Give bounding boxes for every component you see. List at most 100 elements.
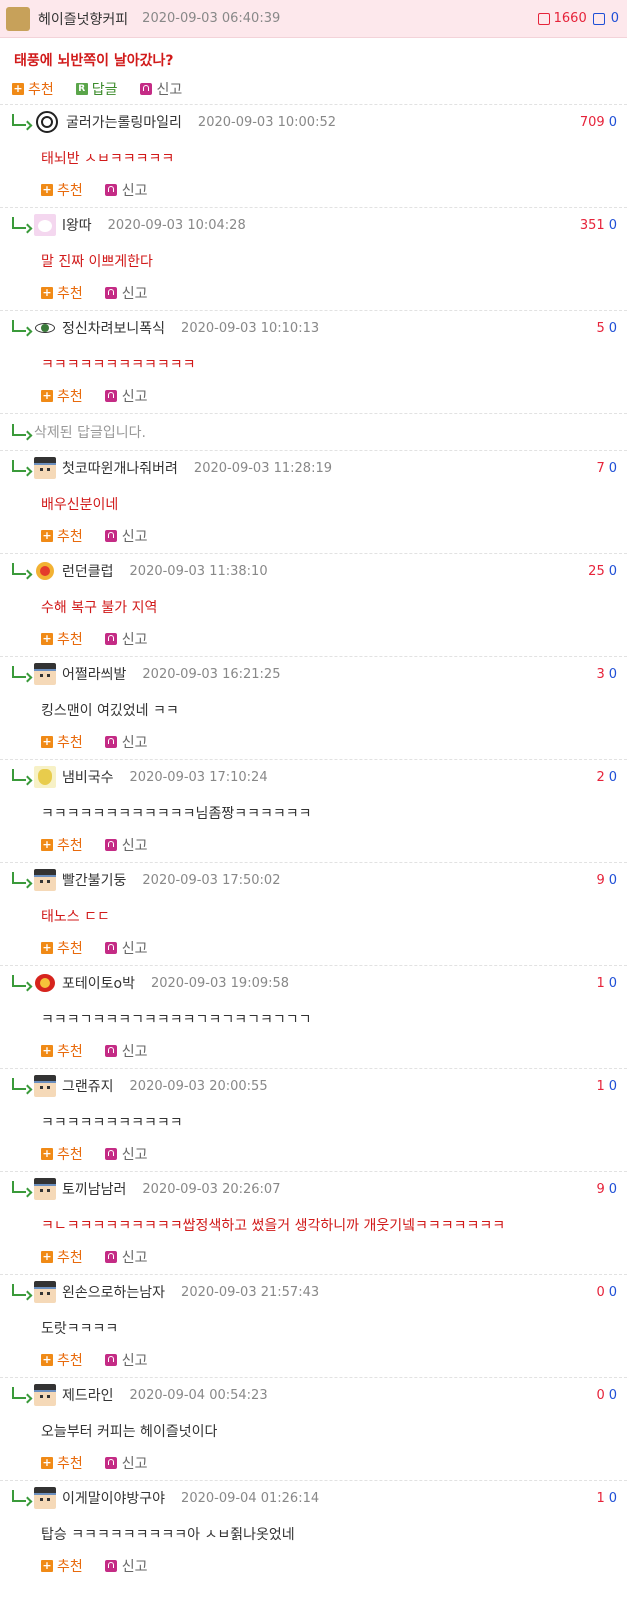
reply-nickname[interactable]: l왕따	[62, 215, 92, 235]
reply-text: ㅋㅋㅋㄱㅋㅋㅋㄱㅋㅋㅋㅋㄱㅋㄱㅋㄱㅋㄱㄱㄱ	[41, 1012, 312, 1028]
plus-icon: +	[41, 529, 53, 542]
default-avatar[interactable]	[34, 1384, 56, 1406]
thumbs-down-icon[interactable]	[592, 12, 605, 25]
reply-nickname[interactable]: 왼손으로하는남자	[62, 1282, 165, 1302]
reply-votes: 30	[596, 667, 617, 682]
report-label: 신고	[121, 1147, 148, 1163]
recommend-button[interactable]: + 추천	[41, 629, 83, 649]
default-avatar[interactable]	[34, 1487, 56, 1509]
reply-nickname[interactable]: 정신차려보니폭식	[62, 318, 165, 338]
recommend-button[interactable]: + 추천	[41, 1144, 83, 1164]
report-button[interactable]: 신고	[104, 732, 148, 752]
reply-timestamp: 2020-09-03 17:50:02	[142, 872, 281, 888]
ramen-avatar[interactable]	[34, 766, 56, 788]
reply-votes: 351 0	[580, 218, 617, 233]
spiral-avatar[interactable]	[36, 111, 58, 133]
default-avatar[interactable]	[34, 663, 56, 685]
recommend-button[interactable]: + 추천	[41, 386, 83, 406]
report-button[interactable]: 신고	[104, 283, 148, 303]
reply-downvotes: 0	[608, 217, 617, 233]
default-avatar[interactable]	[34, 1281, 56, 1303]
reply-upvotes: 0	[596, 1387, 605, 1403]
default-avatar[interactable]	[34, 869, 56, 891]
reply-nickname[interactable]: 런던클럽	[62, 561, 114, 581]
top-comment-nickname[interactable]: 헤이즐넛향커피	[38, 9, 128, 29]
report-button[interactable]: 신고	[104, 1350, 148, 1370]
reply-item: 포테이토o박 2020-09-03 19:09:58 1 0 ㅋㅋㅋㄱㅋㅋㅋㄱㅋㅋㅋㅋㄱ…	[0, 965, 627, 1068]
reply-nickname[interactable]: 굴러가는롤링마일리	[66, 112, 182, 132]
report-label: 신고	[121, 1456, 148, 1472]
recommend-button[interactable]: + 추천	[41, 283, 83, 303]
boar-avatar[interactable]	[6, 6, 30, 31]
reply-text: 탑승 ㅋㅋㅋㅋㅋㅋㅋㅋㅋ아 ㅅㅂ쥙나옷었네	[41, 1527, 295, 1543]
reply-timestamp: 2020-09-03 17:10:24	[129, 769, 268, 785]
reply-nickname[interactable]: 포테이토o박	[62, 973, 135, 993]
reply-votes: 25 0	[588, 564, 617, 579]
default-avatar[interactable]	[34, 1075, 56, 1097]
default-avatar[interactable]	[34, 1178, 56, 1200]
eye-avatar[interactable]	[34, 317, 56, 339]
reply-timestamp: 2020-09-03 16:21:25	[142, 666, 281, 682]
recommend-button[interactable]: + 추천	[41, 180, 83, 200]
report-label: 신고	[121, 1044, 148, 1060]
report-button[interactable]: 신고	[104, 1556, 148, 1576]
reply-item: 굴러가는롤링마일리 2020-09-03 10:00:52 709 0 태뇌반 ㅅㅂㅋㅋ…	[0, 104, 627, 207]
report-button[interactable]: 신고	[104, 526, 148, 546]
recommend-button[interactable]: + 추천	[41, 732, 83, 752]
report-button[interactable]: 신고	[104, 1041, 148, 1061]
reply-text: ㅋㅋㅋㅋㅋㅋㅋㅋㅋㅋㅋㅋ님좀짱ㅋㅋㅋㅋㅋㅋ	[41, 806, 312, 822]
reply-header: 정신차려보니폭식 2020-09-03 10:10:13 5 0	[0, 311, 627, 345]
recommend-button[interactable]: + 추천	[41, 1041, 83, 1061]
reply-nickname[interactable]: 빨간불기둥	[62, 870, 126, 890]
reply-timestamp: 2020-09-03 20:26:07	[142, 1181, 281, 1197]
recommend-button[interactable]: + 추천	[41, 938, 83, 958]
recommend-button[interactable]: + 추천	[41, 526, 83, 546]
reply-header: 빨간불기둥 2020-09-03 17:50:02 9 0	[0, 863, 627, 897]
plus-icon: +	[12, 82, 24, 95]
report-button[interactable]: 신고	[104, 180, 148, 200]
reply-timestamp: 2020-09-03 20:00:55	[129, 1078, 268, 1094]
report-button[interactable]: 신고	[104, 629, 148, 649]
report-button[interactable]: 신고	[139, 79, 183, 99]
clown-avatar[interactable]	[34, 560, 56, 582]
reply-arrow-icon	[12, 1181, 26, 1193]
reply-arrow-icon	[12, 975, 26, 987]
recommend-button[interactable]: + 추천	[41, 1453, 83, 1473]
recommend-button[interactable]: + 추천	[41, 1350, 83, 1370]
reply-timestamp: 2020-09-03 10:00:52	[197, 114, 336, 130]
report-button[interactable]: 신고	[104, 386, 148, 406]
potato-avatar[interactable]	[34, 972, 56, 994]
reply-button[interactable]: R 답글	[75, 79, 118, 99]
siren-icon	[104, 1251, 117, 1263]
anime-avatar[interactable]	[34, 214, 56, 236]
reply-nickname[interactable]: 제드라인	[62, 1385, 114, 1405]
report-label: 신고	[156, 82, 183, 98]
reply-nickname[interactable]: 어쩔라씌발	[62, 664, 126, 684]
report-button[interactable]: 신고	[104, 835, 148, 855]
report-button[interactable]: 신고	[104, 1144, 148, 1164]
recommend-button[interactable]: + 추천	[41, 1247, 83, 1267]
reply-nickname[interactable]: 토끼남남러	[62, 1179, 126, 1199]
reply-nickname[interactable]: 냄비국수	[62, 767, 114, 787]
default-avatar[interactable]	[34, 457, 56, 479]
report-button[interactable]: 신고	[104, 1247, 148, 1267]
reply-item: 빨간불기둥 2020-09-03 17:50:02 9 0 태노스 ㄷㄷ + 추천 신고	[0, 862, 627, 965]
reply-header: 토끼남남러 2020-09-03 20:26:07 9 0	[0, 1172, 627, 1206]
recommend-button[interactable]: + 추천	[41, 835, 83, 855]
recommend-button[interactable]: + 추천	[41, 1556, 83, 1576]
siren-icon	[104, 390, 117, 402]
reply-actions: + 추천 신고	[0, 1446, 627, 1480]
recommend-label: 추천	[57, 1353, 83, 1369]
reply-nickname[interactable]: 이게말이야방구야	[62, 1488, 165, 1508]
recommend-label: 추천	[57, 1456, 83, 1472]
reply-nickname[interactable]: 그랜쥬지	[62, 1076, 114, 1096]
reply-header: 냄비국수 2020-09-03 17:10:24 2 0	[0, 760, 627, 794]
reply-text: 수해 복구 불가 지역	[41, 600, 158, 616]
report-button[interactable]: 신고	[104, 1453, 148, 1473]
report-button[interactable]: 신고	[104, 938, 148, 958]
plus-icon: +	[41, 1456, 53, 1469]
reply-nickname[interactable]: 첫코따윈개나줘버려	[62, 458, 178, 478]
thumbs-up-icon[interactable]	[537, 12, 550, 25]
recommend-button[interactable]: + 추천	[12, 79, 54, 99]
reply-text: 태뇌반 ㅅㅂㅋㅋㅋㅋㅋ	[41, 151, 175, 167]
